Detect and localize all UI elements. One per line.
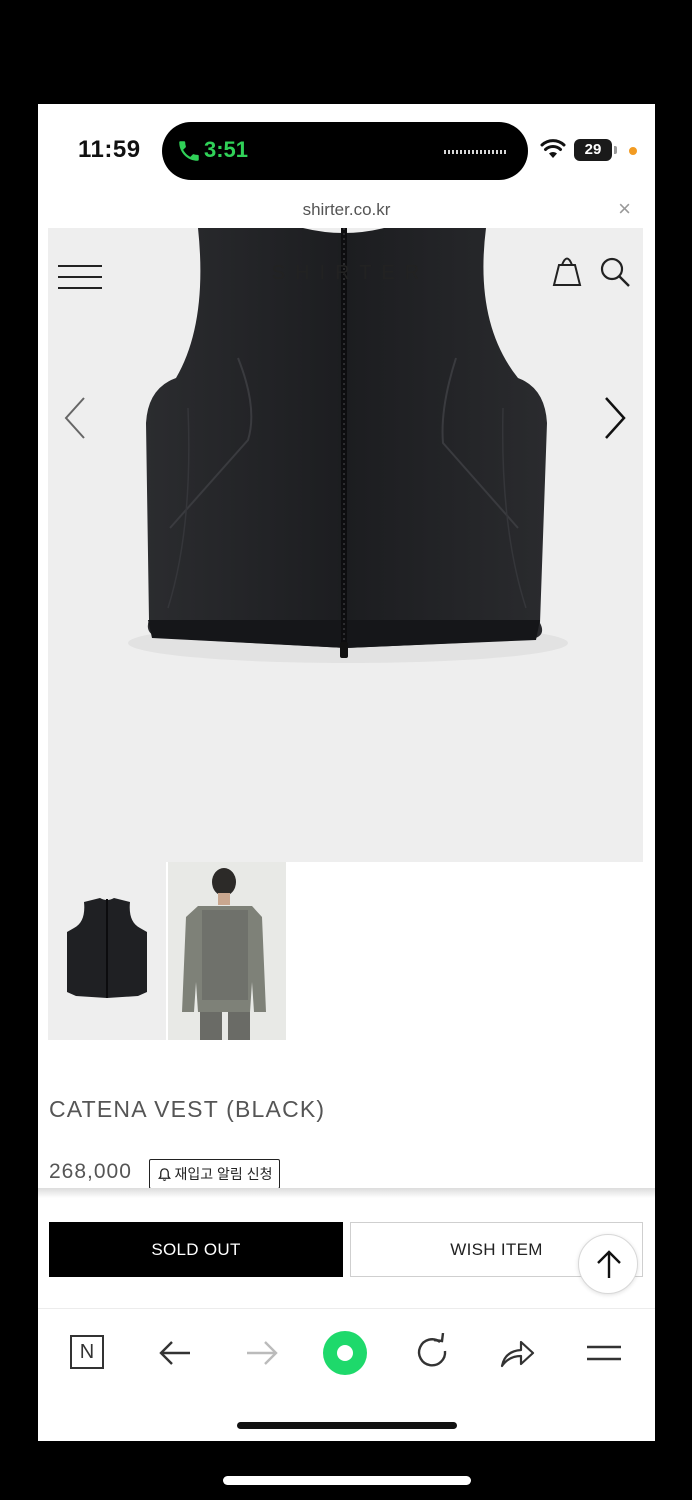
product-price: 268,000	[49, 1160, 132, 1183]
back-arrow-icon[interactable]	[156, 1333, 196, 1373]
arrow-up-icon	[597, 1250, 621, 1278]
search-icon[interactable]	[599, 256, 631, 288]
phone-screen: 11:59 3:51 29 shirter.co.kr × SHIRTER CA…	[38, 104, 655, 1441]
home-indicator	[237, 1422, 457, 1429]
thumbnail-vest[interactable]	[48, 862, 166, 1040]
call-duration: 3:51	[204, 137, 249, 162]
address-bar[interactable]: shirter.co.kr ×	[38, 192, 655, 228]
action-bar-shadow	[38, 1188, 655, 1198]
audio-waveform	[444, 150, 506, 154]
sold-out-button[interactable]: SOLD OUT	[49, 1222, 343, 1277]
close-icon[interactable]: ×	[618, 197, 631, 221]
product-title: CATENA VEST (BLACK)	[49, 1096, 326, 1122]
outer-home-indicator	[223, 1476, 471, 1485]
battery-icon: 29	[574, 139, 617, 161]
share-icon[interactable]	[497, 1333, 537, 1373]
action-bar: SOLD OUT WISH ITEM	[38, 1198, 655, 1308]
bell-icon	[157, 1167, 171, 1181]
restock-alert-button[interactable]: 재입고 알림 신청	[149, 1159, 280, 1189]
refresh-icon[interactable]	[412, 1333, 452, 1373]
product-image	[128, 228, 568, 663]
thumbnail-image	[67, 898, 147, 998]
forward-arrow-icon[interactable]	[241, 1333, 281, 1373]
chevron-left-icon[interactable]	[62, 396, 88, 440]
scroll-to-top-button[interactable]	[578, 1234, 638, 1294]
thumbnail-model[interactable]	[168, 862, 286, 1040]
thumbnail-image	[168, 862, 286, 1040]
dynamic-island-call[interactable]: 3:51	[162, 122, 528, 180]
wifi-icon	[540, 139, 566, 158]
chevron-right-icon[interactable]	[602, 396, 628, 440]
status-time: 11:59	[78, 136, 141, 163]
restock-alert-label: 재입고 알림 신청	[174, 1166, 273, 1182]
shopping-bag-icon[interactable]	[550, 254, 584, 288]
privacy-indicator-dot	[629, 147, 637, 155]
browser-toolbar: N	[38, 1308, 655, 1441]
url-text[interactable]: shirter.co.kr	[38, 200, 655, 220]
phone-icon	[179, 141, 199, 161]
naver-green-dot-icon[interactable]	[321, 1329, 369, 1377]
naver-home-button[interactable]: N	[70, 1335, 104, 1369]
more-menu-icon[interactable]	[584, 1333, 624, 1373]
product-image-gallery[interactable]: SHIRTER	[48, 228, 643, 862]
